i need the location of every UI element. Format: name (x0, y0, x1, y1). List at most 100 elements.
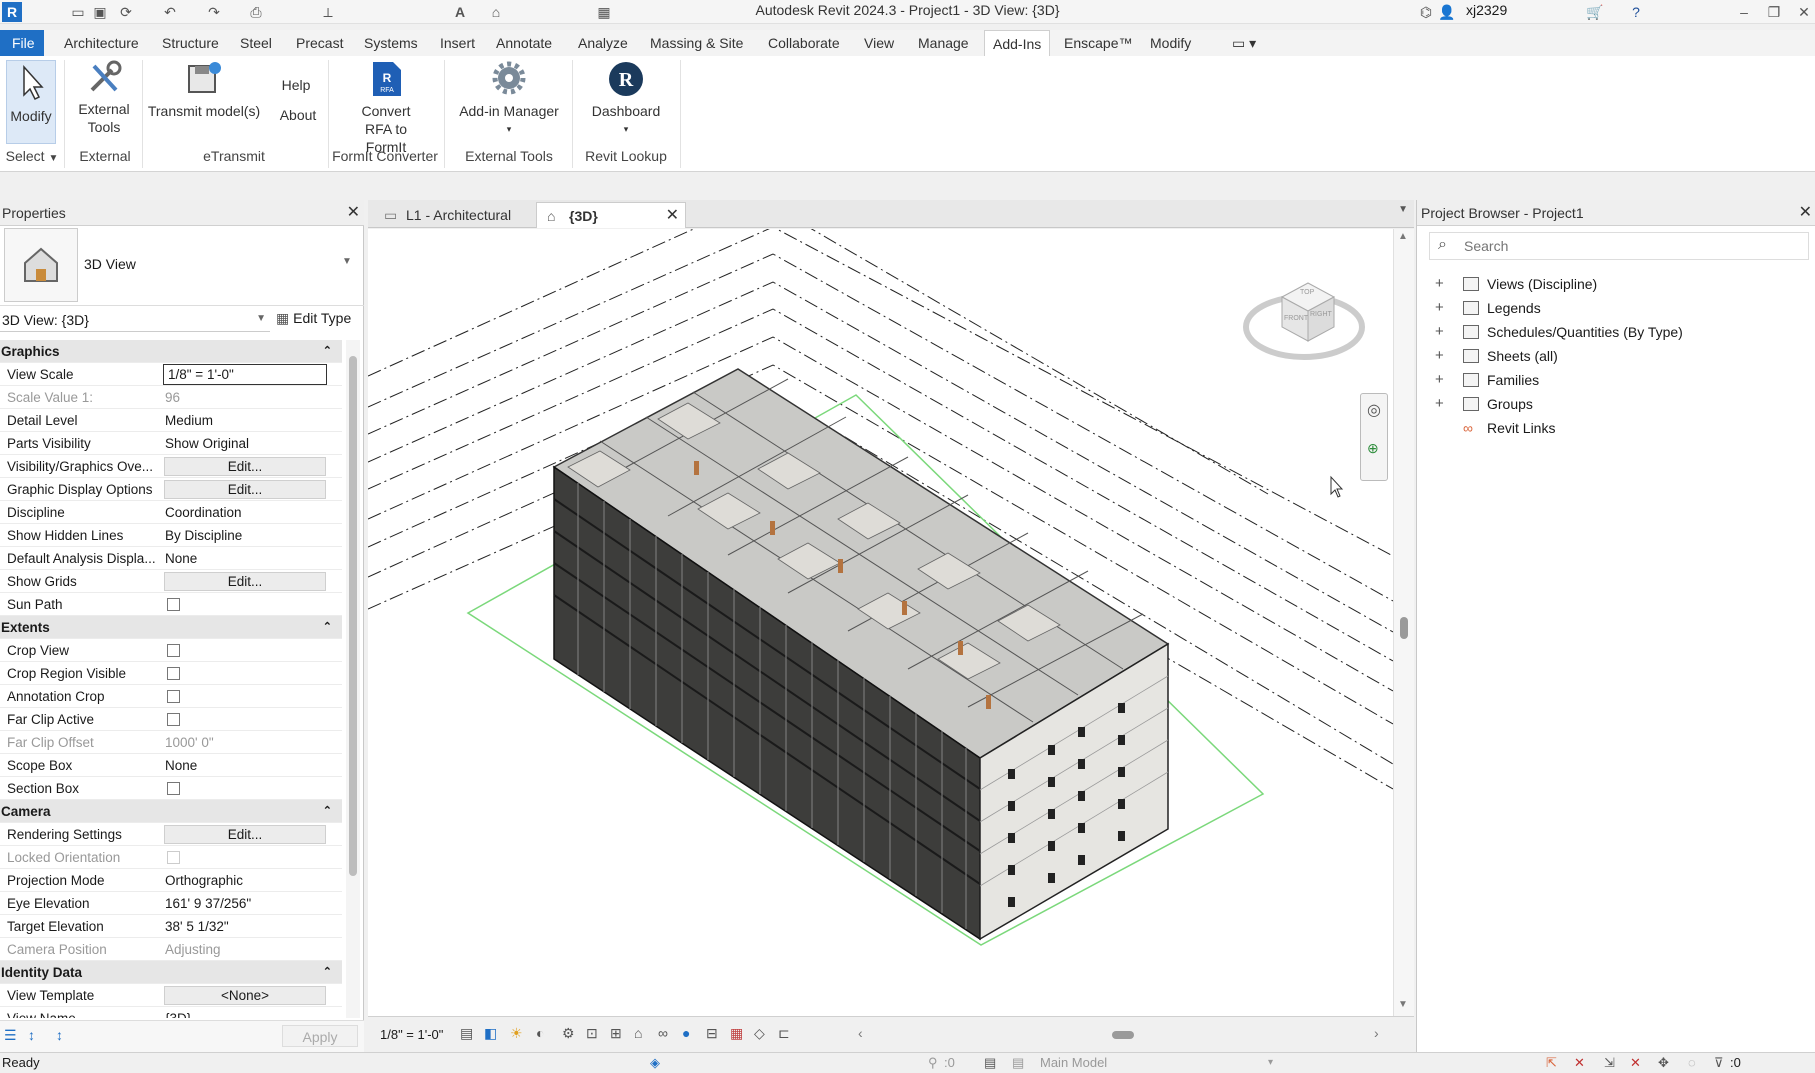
far-clip-checkbox[interactable] (167, 713, 180, 726)
reveal-hidden-icon[interactable]: ● (682, 1025, 690, 1041)
worksharing-icon[interactable]: ▦ (730, 1025, 743, 1042)
select-by-face-icon[interactable]: ✕ (1630, 1053, 1641, 1073)
expand-icon[interactable]: + (1435, 368, 1449, 392)
properties-scrollbar[interactable] (346, 340, 360, 1018)
tab-analyze[interactable]: Analyze (570, 30, 636, 56)
tab-file[interactable]: File (0, 30, 44, 56)
close-tab-icon[interactable]: ✕ (666, 203, 679, 229)
cart-icon[interactable]: 🛒 (1586, 4, 1603, 20)
filter-icon[interactable]: ⊽ (1714, 1053, 1724, 1073)
tab-steel[interactable]: Steel (232, 30, 280, 56)
sun-path-checkbox[interactable] (167, 598, 180, 611)
3d-viewport[interactable]: TOP FRONT RIGHT ◎ ⊕ (368, 229, 1393, 1016)
view-scale-control[interactable]: 1/8" = 1'-0" (380, 1027, 443, 1042)
dashboard-button[interactable]: R Dashboard ▾ (584, 60, 668, 144)
viewcube[interactable]: TOP FRONT RIGHT (1242, 269, 1366, 369)
scrollbar-thumb[interactable] (1400, 617, 1408, 639)
sun-path-icon[interactable]: ☀ (510, 1025, 523, 1042)
row-discipline[interactable]: Discipline Coordination (0, 501, 342, 524)
row-parts-visibility[interactable]: Parts Visibility Show Original (0, 432, 342, 455)
measure-icon[interactable]: ⟂ (320, 4, 336, 20)
edit-button[interactable]: Edit... (164, 825, 326, 844)
property-value[interactable]: Medium (165, 409, 325, 432)
expand-icon[interactable]: + (1435, 296, 1449, 320)
scroll-down-icon[interactable]: ▼ (1398, 999, 1408, 1010)
browser-search[interactable]: ⌕ (1429, 232, 1809, 260)
row-view-name[interactable]: View Name{3D} (0, 1007, 342, 1018)
tab-view[interactable]: View (856, 30, 902, 56)
editing-requests-icon[interactable]: ▤ (1012, 1053, 1024, 1073)
detail-level-icon[interactable]: ▤ (460, 1025, 473, 1042)
external-tools-button[interactable]: External Tools (74, 60, 136, 144)
temp-hide-icon[interactable]: ∞ (658, 1025, 668, 1041)
row-target-elevation[interactable]: Target Elevation 38' 5 1/32" (0, 915, 342, 938)
revit-logo-icon[interactable]: R (2, 2, 22, 22)
section-camera[interactable]: Camera ⌃ (0, 800, 342, 823)
temp-properties-icon[interactable]: ⊟ (706, 1025, 718, 1042)
sort-icon[interactable]: ☰ (4, 1027, 17, 1044)
section-box-checkbox[interactable] (167, 782, 180, 795)
addin-manager-button[interactable]: Add-in Manager ▾ (454, 60, 564, 144)
property-value[interactable]: By Discipline (165, 524, 325, 547)
group-select[interactable]: Select ▼ (4, 148, 60, 164)
sort-descending-icon[interactable]: ↕ (56, 1027, 63, 1043)
select-links-icon[interactable]: ⇱ (1546, 1053, 1557, 1073)
row-projection-mode[interactable]: Projection Mode Orthographic (0, 869, 342, 892)
horizontal-scrollbar-thumb[interactable] (1112, 1031, 1134, 1039)
tab-manage[interactable]: Manage (910, 30, 977, 56)
render-icon[interactable]: ⚙ (562, 1025, 575, 1042)
close-icon[interactable]: ✕ (347, 200, 360, 226)
edit-button[interactable]: Edit... (164, 572, 326, 591)
select-underlay-icon[interactable]: ✕ (1574, 1053, 1585, 1073)
show-crop-icon[interactable]: ⊞ (610, 1025, 622, 1042)
tab-massing-site[interactable]: Massing & Site (642, 30, 751, 56)
lock-view-icon[interactable]: ⌂ (634, 1025, 642, 1041)
user-icon[interactable]: 👤 (1438, 4, 1455, 20)
tab-systems[interactable]: Systems (356, 30, 426, 56)
tab-precast[interactable]: Precast (288, 30, 351, 56)
tab-overflow-icon[interactable]: ▼ (1398, 204, 1408, 215)
type-selector[interactable]: 3D View ▼ (0, 226, 364, 306)
save-icon[interactable]: ▣ (92, 4, 108, 20)
design-options-icon[interactable]: ▤ (984, 1053, 996, 1073)
active-model[interactable]: Main Model (1040, 1053, 1107, 1073)
crop-view-icon[interactable]: ⊡ (586, 1025, 598, 1042)
crop-view-checkbox[interactable] (167, 644, 180, 657)
sync-icon[interactable]: ⟳ (118, 4, 134, 20)
zoom-region-icon[interactable]: ⊕ (1367, 440, 1379, 457)
visual-style-icon[interactable]: ◧ (484, 1025, 497, 1042)
building-model-3d[interactable] (368, 229, 1393, 1016)
property-value[interactable]: {3D} (165, 1007, 325, 1018)
edit-button[interactable]: Edit... (164, 480, 326, 499)
modify-button[interactable]: Modify (6, 60, 56, 144)
edit-type-button[interactable]: ▦ Edit Type (276, 310, 362, 332)
select-pinned-icon[interactable]: ⇲ (1604, 1053, 1615, 1073)
section-graphics[interactable]: Graphics ⌃ (0, 340, 342, 363)
property-value[interactable]: None (165, 547, 325, 570)
view-scale-input[interactable]: 1/8" = 1'-0" (163, 364, 327, 385)
worksharing-status-icon[interactable]: ◈ (650, 1053, 660, 1073)
tab-annotate[interactable]: Annotate (488, 30, 560, 56)
expand-icon[interactable]: + (1435, 392, 1449, 416)
row-eye-elevation[interactable]: Eye Elevation 161' 9 37/256" (0, 892, 342, 915)
redo-icon[interactable]: ↷ (206, 4, 222, 20)
scroll-right-icon[interactable]: › (1374, 1025, 1379, 1041)
annotation-crop-checkbox[interactable] (167, 690, 180, 703)
binoculars-icon[interactable]: ⌬ (1418, 4, 1434, 20)
row-hidden-lines[interactable]: Show Hidden Lines By Discipline (0, 524, 342, 547)
property-value[interactable]: 161' 9 37/256" (165, 892, 325, 915)
convert-rfa-button[interactable]: R RFA Convert RFA to FormIt (340, 60, 432, 155)
tab-enscape[interactable]: Enscape™ (1056, 30, 1140, 56)
row-analysis-display[interactable]: Default Analysis Displa... None (0, 547, 342, 570)
transmit-button[interactable]: Transmit model(s) (146, 60, 262, 144)
tab-collaborate[interactable]: Collaborate (760, 30, 848, 56)
scrollbar-thumb[interactable] (349, 356, 357, 876)
close-icon[interactable]: ✕ (1796, 4, 1812, 20)
help-button[interactable]: Help (278, 76, 314, 94)
text-icon[interactable]: A (452, 4, 468, 20)
section-extents[interactable]: Extents ⌃ (0, 616, 342, 639)
background-process-icon[interactable]: ◌ (1688, 1053, 1696, 1073)
chevron-down-icon[interactable]: ▾ (1268, 1053, 1273, 1073)
highlight-icon[interactable]: ⊏ (778, 1025, 790, 1042)
shadows-icon[interactable]: ◐ (536, 1025, 544, 1041)
